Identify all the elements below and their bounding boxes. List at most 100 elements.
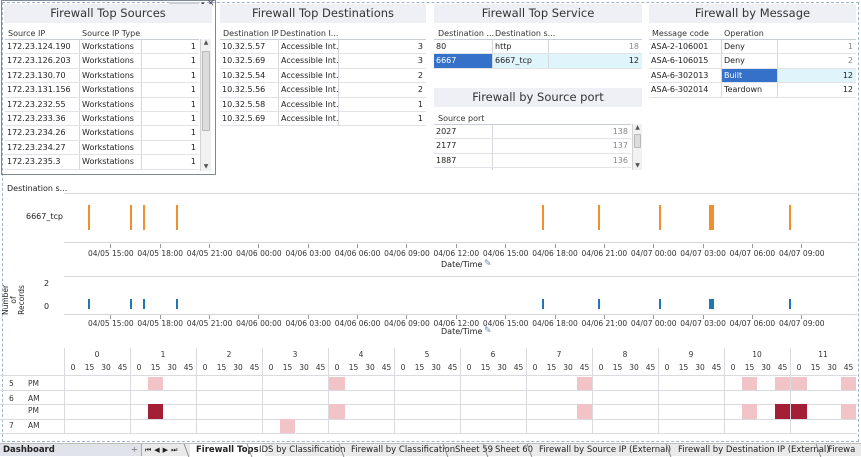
scroll-thumb[interactable]: [634, 134, 641, 148]
col-destination-service[interactable]: Destination s...: [495, 29, 555, 38]
heatmap-cell[interactable]: [329, 404, 345, 419]
timeline-event-mark[interactable]: [129, 205, 132, 230]
record-bar[interactable]: [88, 298, 91, 309]
record-bar[interactable]: [711, 298, 714, 309]
scroll-down-icon[interactable]: ▼: [201, 163, 211, 171]
table-row[interactable]: 10.32.5.69 Accessible Int... 1: [220, 111, 426, 127]
col-source-port[interactable]: Source port: [438, 114, 484, 123]
count-cell: 3: [338, 54, 426, 68]
timeline-tick-label: 04/06 06:00: [334, 249, 381, 258]
heatmap-cell[interactable]: [576, 404, 592, 419]
timeline-event-mark[interactable]: [598, 205, 601, 230]
table-row[interactable]: ASA-6-302014 Teardown 12: [649, 83, 856, 98]
col-destination-type[interactable]: Destination I...: [280, 29, 338, 38]
table-row[interactable]: 172.23.130.70 Workstations 1: [5, 68, 199, 84]
top-sources-scrollbar[interactable]: ▲ ▼: [200, 39, 211, 171]
sheet-tab-label: Firewall by Destination IP (External): [678, 445, 830, 455]
count-cell: 2: [777, 54, 856, 68]
heatmap-cell[interactable]: [741, 404, 757, 419]
pin-icon[interactable]: ✎: [484, 326, 492, 336]
record-bar[interactable]: [142, 298, 145, 309]
table-row[interactable]: 172.23.233.36 Workstations 1: [5, 111, 199, 127]
source-port-scrollbar[interactable]: ▲ ▼: [632, 124, 642, 170]
col-source-ip-type[interactable]: Source IP Type: [82, 29, 140, 38]
col-source-ip[interactable]: Source IP: [8, 29, 45, 38]
heatmap-minute-label: 0: [598, 363, 604, 372]
dashboard-selector[interactable]: Dashboard ÷: [0, 444, 142, 456]
timeline-event-mark[interactable]: [659, 205, 662, 230]
count-cell: 1: [141, 68, 199, 83]
timeline-event-mark[interactable]: [142, 205, 145, 230]
source-port-cell: 2193: [434, 168, 492, 170]
heatmap-cell[interactable]: [147, 377, 163, 390]
heatmap-cell[interactable]: [791, 404, 807, 419]
pin-icon[interactable]: ✎: [484, 259, 492, 269]
table-row[interactable]: 172.23.234.26 Workstations 1: [5, 126, 199, 141]
scroll-down-icon[interactable]: ▼: [633, 162, 642, 170]
table-row[interactable]: 10.32.5.54 Accessible Int... 2: [220, 68, 426, 84]
record-bar[interactable]: [175, 298, 178, 309]
spin-icon[interactable]: ÷: [131, 444, 138, 456]
table-row[interactable]: ASA-2-106001 Deny 1: [649, 40, 856, 55]
col-destination-port[interactable]: Destination ...: [438, 29, 494, 38]
record-bar[interactable]: [542, 298, 545, 309]
records-tick-label: 04/06 18:00: [532, 319, 578, 328]
col-destination-ip[interactable]: Destination IP: [223, 29, 279, 38]
table-row[interactable]: 172.23.126.203 Workstations 1: [5, 54, 199, 69]
record-bar[interactable]: [659, 298, 662, 309]
tab-navigation-icons[interactable]: ⏮◀▶⏭: [145, 444, 180, 456]
count-cell: 138: [492, 125, 631, 139]
table-row[interactable]: 2193: [434, 168, 631, 170]
table-row[interactable]: 172.23.124.190 Workstations 1: [5, 40, 199, 55]
heatmap-cell[interactable]: [774, 377, 790, 390]
table-row[interactable]: 6667 6667_tcp 12: [434, 54, 642, 69]
heatmap-cell[interactable]: [774, 404, 790, 419]
heatmap-cell[interactable]: [741, 377, 757, 390]
heatmap-cell[interactable]: [329, 377, 345, 390]
heatmap-minute-label: 45: [183, 363, 194, 372]
operation-cell: Deny: [721, 40, 777, 54]
table-row[interactable]: ASA-6-302013 Built 12: [649, 68, 856, 84]
table-row[interactable]: 172.23.131.156 Workstations 1: [5, 83, 199, 98]
table-row[interactable]: 2177 137: [434, 139, 631, 154]
timeline-event-mark[interactable]: [88, 205, 91, 230]
sheet-tab[interactable]: IDS by Classification: [246, 444, 352, 457]
table-row[interactable]: 10.32.5.69 Accessible Int... 3: [220, 54, 426, 69]
table-row[interactable]: 1887 136: [434, 153, 631, 169]
record-bar[interactable]: [598, 298, 601, 309]
record-bar[interactable]: [789, 298, 792, 309]
table-row[interactable]: 80 http 18: [434, 40, 642, 55]
table-row[interactable]: 172.23.234.27 Workstations 1: [5, 140, 199, 156]
timeline-event-mark[interactable]: [175, 205, 178, 230]
scroll-thumb[interactable]: [202, 51, 210, 131]
scroll-up-icon[interactable]: ▲: [201, 39, 211, 47]
scroll-up-icon[interactable]: ▲: [633, 124, 642, 132]
col-operation[interactable]: Operation: [724, 29, 764, 38]
destination-type-cell: Accessible Int...: [278, 40, 338, 54]
table-row[interactable]: 10.32.5.57 Accessible Int... 3: [220, 40, 426, 55]
table-row[interactable]: 172.23.235.3 Workstations 1: [5, 155, 199, 170]
record-bar[interactable]: [129, 298, 132, 309]
heatmap-cell[interactable]: [791, 377, 807, 390]
table-row[interactable]: 172.23.232.55 Workstations 1: [5, 97, 199, 112]
sheet-tab[interactable]: Firewall by Destination IP (External): [665, 444, 836, 457]
heatmap-cell[interactable]: [147, 404, 163, 419]
col-message-code[interactable]: Message code: [652, 29, 709, 38]
sheet-tab[interactable]: Firewa: [815, 444, 861, 457]
timeline-event-mark[interactable]: [711, 205, 714, 230]
table-row[interactable]: 10.32.5.56 Accessible Int... 2: [220, 83, 426, 98]
heatmap-cell[interactable]: [840, 404, 856, 419]
heatmap-minute-label: 15: [480, 363, 491, 372]
table-row[interactable]: 10.32.5.58 Accessible Int... 1: [220, 97, 426, 112]
table-row[interactable]: ASA-6-106015 Deny 2: [649, 54, 856, 69]
timeline-event-mark[interactable]: [789, 205, 792, 230]
table-row[interactable]: 2027 138: [434, 125, 631, 140]
timeline-event-mark[interactable]: [542, 205, 545, 230]
heatmap-cell[interactable]: [840, 377, 856, 390]
source-ip-cell: 172.23.124.190: [7, 42, 71, 51]
heatmap-hour-divider: [328, 348, 329, 434]
heatmap-cell[interactable]: [279, 419, 295, 433]
count-cell: 2: [338, 83, 426, 97]
heatmap-cell[interactable]: [576, 377, 592, 390]
sheet-tab[interactable]: Firewall by Source IP (External): [526, 444, 677, 457]
